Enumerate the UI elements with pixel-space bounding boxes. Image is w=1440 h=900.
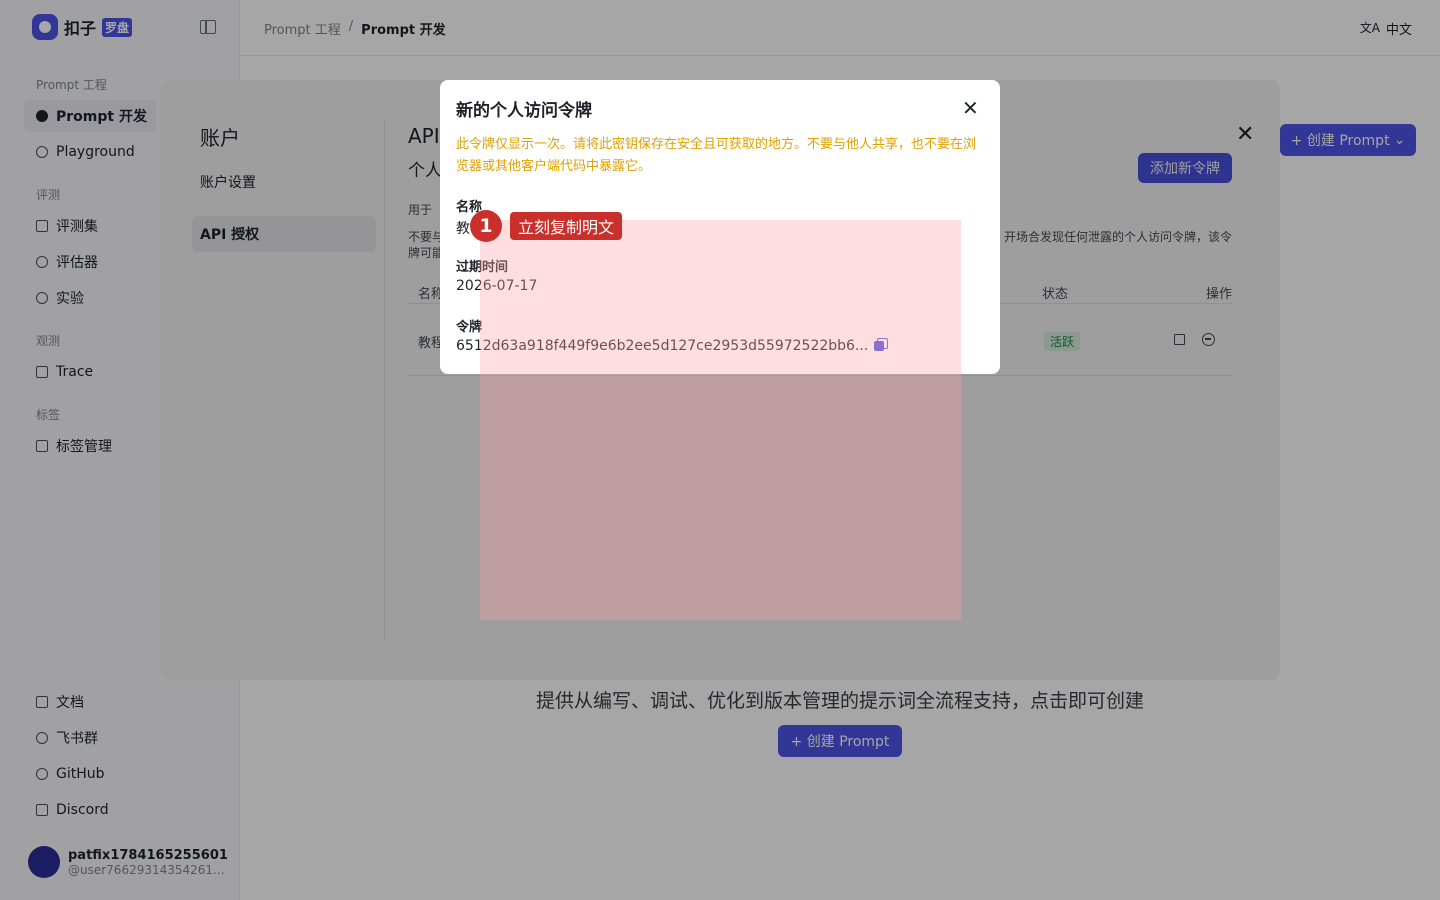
token-warning: 此令牌仅显示一次。请将此密钥保存在安全且可获取的地方。不要与他人共享，也不要在浏… bbox=[456, 137, 977, 174]
annotation-number: 1 bbox=[470, 210, 502, 242]
close-icon[interactable]: ✕ bbox=[962, 96, 979, 120]
token-name-value: 教 bbox=[456, 221, 470, 237]
annotation-highlight bbox=[480, 220, 961, 620]
token-modal-title: 新的个人访问令牌 bbox=[456, 101, 592, 121]
token-label: 令牌 bbox=[456, 320, 483, 335]
annotation-label: 立刻复制明文 bbox=[510, 212, 623, 240]
